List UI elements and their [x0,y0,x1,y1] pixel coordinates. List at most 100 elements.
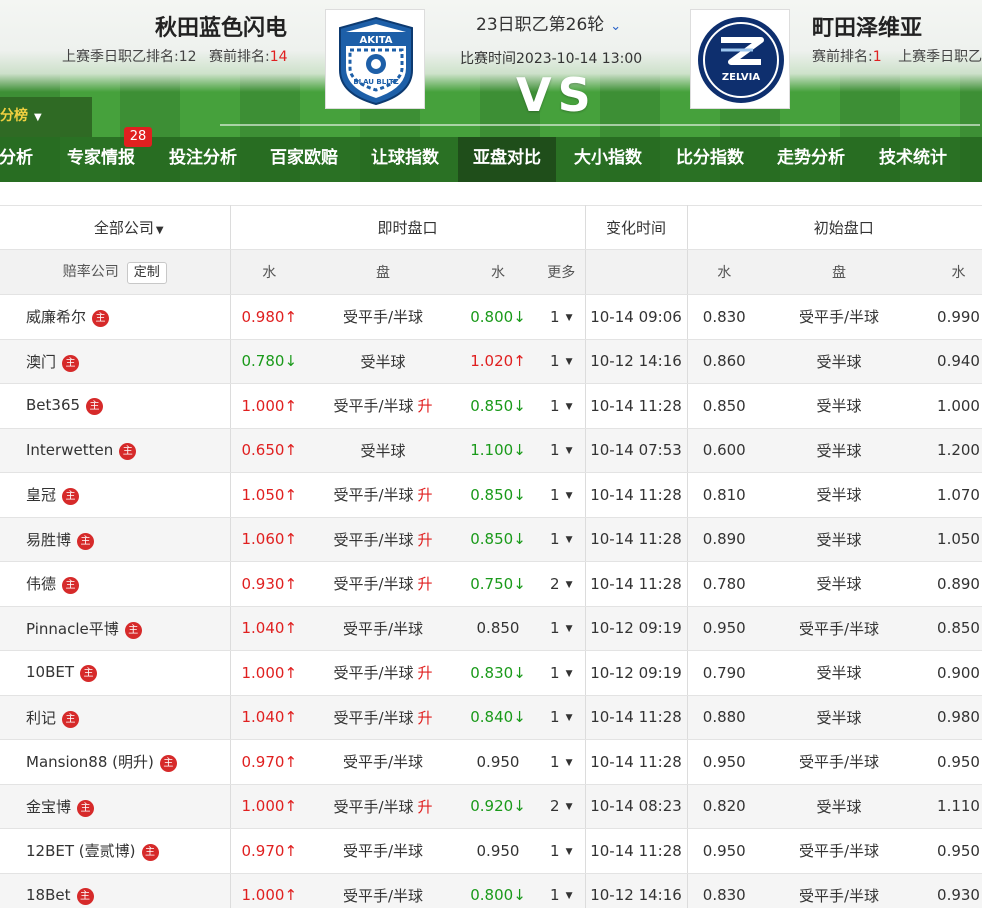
tab-betting-analysis[interactable]: 投注分析 [160,137,246,182]
table-row[interactable]: Mansion88 (明升) 主 0.970↑ 受平手/半球 0.950 1 ▼ 10-14 … [0,739,982,785]
live-water2-cell: 1.100↓ [458,428,538,473]
arrow-up-icon: ↑ [284,307,298,326]
more-dropdown[interactable]: 1 ▼ [538,472,586,518]
company-cell[interactable]: 威廉希尔主 [0,294,231,340]
init-water2-cell: 1.000 [917,383,982,429]
table-row[interactable]: Pinnacle平博主 1.040↑ 受平手/半球 0.850 1 ▼ 10-12 09:1… [0,606,982,651]
more-count: 1 [550,752,560,771]
home-team-logo[interactable]: AKITA BLAU BLITZ [325,9,425,109]
more-dropdown[interactable]: 1 ▼ [538,650,586,696]
tab-score-index[interactable]: 比分指数 [667,137,753,182]
init-water1-cell: 0.790 [687,650,762,696]
table-row[interactable]: 易胜博主 1.060↑ 受平手/半球升 0.850↓ 1 ▼ 10-14 11:28 0.89… [0,517,982,562]
company-cell[interactable]: Mansion88 (明升) 主 [0,739,231,785]
change-time-cell: 10-14 11:28 [585,561,688,607]
more-dropdown[interactable]: 2 ▼ [538,561,586,607]
company-cell[interactable]: 金宝博主 [0,784,231,829]
table-row[interactable]: 10BET 主 1.000↑ 受平手/半球升 0.830↓ 1 ▼ 10-12 09:19 0.… [0,650,982,696]
company-cell[interactable]: 12BET (壹贰博) 主 [0,828,231,874]
tab-trend-analysis[interactable]: 走势分析 [768,137,854,182]
company-cell[interactable]: 10BET 主 [0,650,231,696]
more-dropdown[interactable]: 1 ▼ [538,339,586,384]
away-team-name[interactable]: 町田泽维亚 [812,10,922,42]
customize-button[interactable]: 定制 [126,261,167,284]
live-water2-cell: 0.950 [458,739,538,785]
company-name: 18Bet [26,885,71,904]
live-water2-value: 0.850 [470,530,514,549]
live-line-value: 受平手/半球 [342,842,424,861]
arrow-up-icon: ↑ [284,441,298,460]
live-water1-value: 1.000 [241,663,285,682]
standings-dropdown[interactable]: 积分榜 ▼ [0,97,92,137]
company-cell[interactable]: Bet365 主 [0,383,231,429]
init-water2-cell: 0.930 [917,873,982,908]
table-row[interactable]: 18Bet 主 1.000↑ 受平手/半球 0.800↓ 1 ▼ 10-12 14:16 0.8… [0,873,982,908]
live-line-value: 受半球 [360,352,406,371]
tab-euro-odds[interactable]: 百家欧赔 [261,137,347,182]
company-cell[interactable]: Interwetten 主 [0,428,231,473]
more-dropdown[interactable]: 2 ▼ [538,784,586,829]
more-dropdown[interactable]: 1 ▼ [538,739,586,785]
caret-down-icon: ▼ [565,357,573,368]
table-row[interactable]: 澳门主 0.780↓ 受半球 1.020↑ 1 ▼ 10-12 14:16 0.860 受半球 0… [0,339,982,384]
line-rise-label: 升 [417,397,433,416]
company-cell[interactable]: 皇冠主 [0,472,231,518]
pitch-line [220,124,980,126]
table-row[interactable]: 皇冠主 1.050↑ 受平手/半球升 0.850↓ 1 ▼ 10-14 11:28 0.810… [0,472,982,518]
live-line-cell: 受平手/半球 [308,828,458,874]
tab-over-under[interactable]: 大小指数 [565,137,651,182]
arrow-up-icon: ↑ [284,663,298,682]
away-team-logo[interactable]: ZELVIA [690,9,790,109]
company-cell[interactable]: Pinnacle平博主 [0,606,231,651]
more-count: 1 [550,663,560,682]
table-row[interactable]: Interwetten 主 0.650↑ 受半球 1.100↓ 1 ▼ 10-14 07:53… [0,428,982,473]
company-name: 皇冠 [26,486,57,505]
arrow-down-icon: ↓ [513,307,526,326]
init-water1-cell: 0.950 [687,828,762,874]
table-row[interactable]: 金宝博主 1.000↑ 受平手/半球升 0.920↓ 2 ▼ 10-14 08:23 0.82… [0,784,982,829]
live-water2-value: 1.100 [470,441,514,460]
table-row[interactable]: 利记主 1.040↑ 受平手/半球升 0.840↓ 1 ▼ 10-14 11:28 0.880… [0,695,982,740]
live-line-cell: 受平手/半球 [308,606,458,651]
main-market-badge: 主 [62,354,80,372]
caret-down-icon: ▼ [565,624,573,635]
table-row[interactable]: 伟德主 0.930↑ 受平手/半球升 0.750↓ 2 ▼ 10-14 11:28 0.780… [0,561,982,607]
away-logo-text: ZELVIA [722,72,761,83]
company-cell[interactable]: 易胜博主 [0,517,231,562]
all-companies-filter[interactable]: 全部公司 ▼ [0,205,231,250]
live-water2-value: 0.850 [470,396,514,415]
more-dropdown[interactable]: 1 ▼ [538,873,586,908]
standings-label: 积分榜 [0,108,28,124]
home-logo-text-bottom: BLAU BLITZ [353,78,398,86]
company-cell[interactable]: 18Bet 主 [0,873,231,908]
more-count: 1 [550,396,560,415]
init-water2-cell: 0.890 [917,561,982,607]
arrow-down-icon: ↓ [284,352,298,371]
more-dropdown[interactable]: 1 ▼ [538,294,586,340]
tab-tech-stats[interactable]: 技术统计 [870,137,956,182]
table-row[interactable]: 12BET (壹贰博) 主 0.970↑ 受平手/半球 0.950 1 ▼ 10-14 11:… [0,828,982,874]
table-row[interactable]: Bet365 主 1.000↑ 受平手/半球升 0.850↓ 1 ▼ 10-14 11:28 0… [0,383,982,429]
tab-analysis[interactable]: 分析 [0,137,36,182]
company-cell[interactable]: 澳门主 [0,339,231,384]
init-line-cell: 受半球 [761,339,918,384]
tab-asian-handicap[interactable]: 亚盘对比 [458,137,556,182]
more-dropdown[interactable]: 1 ▼ [538,428,586,473]
company-cell[interactable]: 利记主 [0,695,231,740]
more-dropdown[interactable]: 1 ▼ [538,606,586,651]
more-dropdown[interactable]: 1 ▼ [538,517,586,562]
table-row[interactable]: 威廉希尔主 0.980↑ 受平手/半球 0.800↓ 1 ▼ 10-14 09:06 0.83… [0,294,982,340]
live-line-value: 受平手/半球 [342,308,424,327]
live-water1-cell: 0.970↑ [230,828,308,874]
live-water2-cell: 0.850↓ [458,517,538,562]
company-cell[interactable]: 伟德主 [0,561,231,607]
more-dropdown[interactable]: 1 ▼ [538,695,586,740]
init-water1-cell: 0.860 [687,339,762,384]
tab-handicap-index[interactable]: 让球指数 [362,137,448,182]
more-dropdown[interactable]: 1 ▼ [538,383,586,429]
change-time-cell: 10-12 09:19 [585,606,688,651]
home-team-name[interactable]: 秋田蓝色闪电 [155,10,287,42]
live-water1-value: 0.650 [241,441,285,460]
round-selector[interactable]: 23日职乙第26轮 ⌄ [476,10,621,35]
more-dropdown[interactable]: 1 ▼ [538,828,586,874]
